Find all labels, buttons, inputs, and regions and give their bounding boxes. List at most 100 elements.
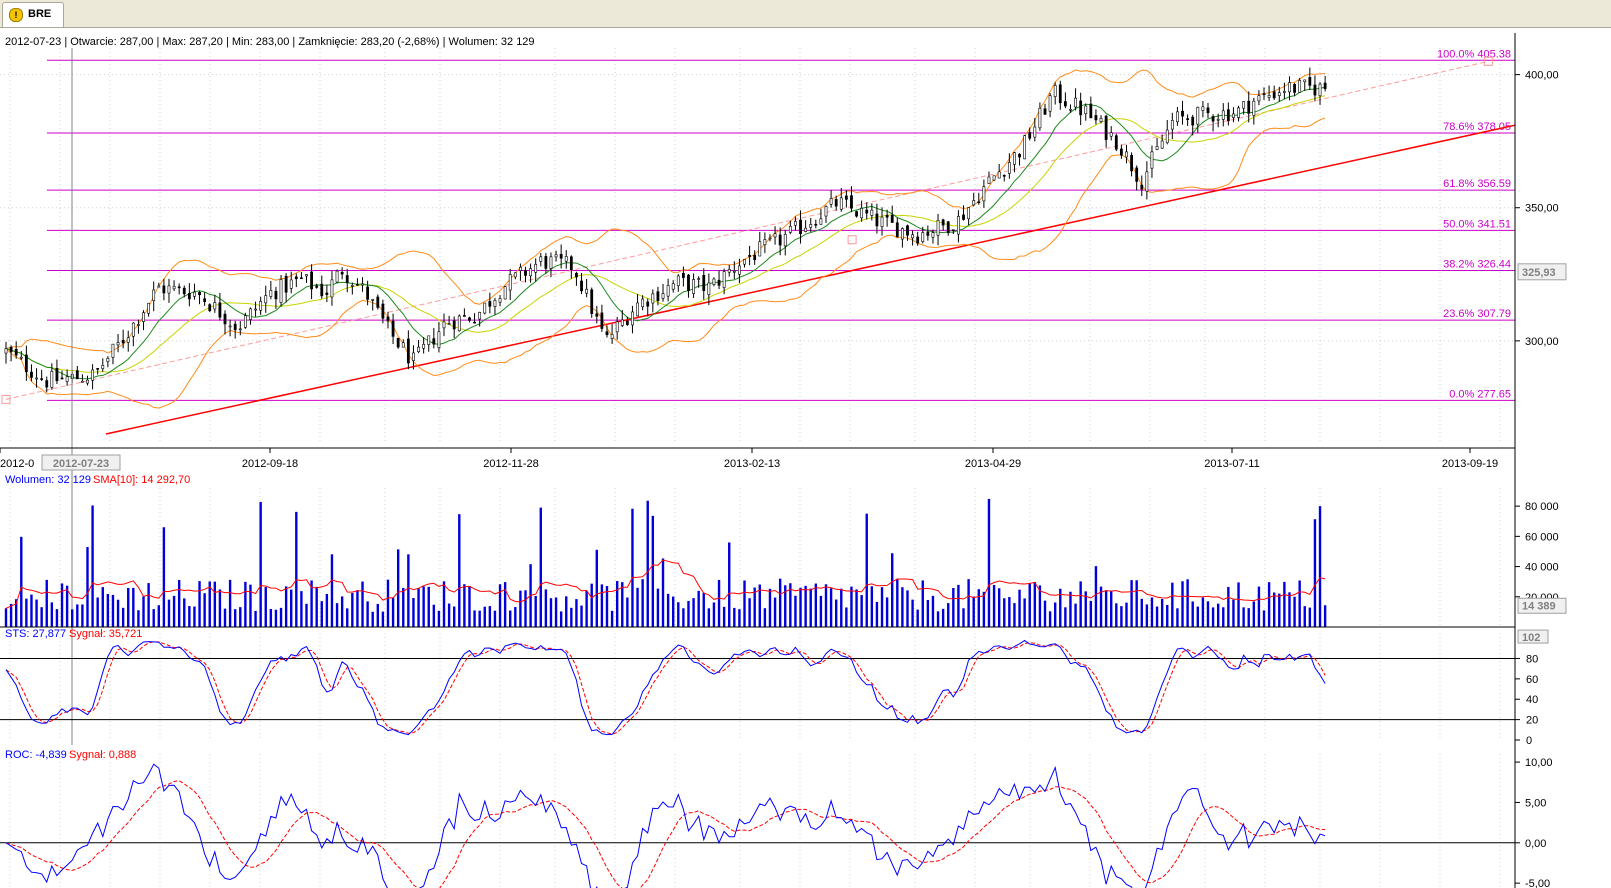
volume-bar xyxy=(35,599,38,627)
candle-body xyxy=(605,331,609,336)
volume-bar xyxy=(906,590,909,627)
volume-bar xyxy=(132,587,135,627)
candle-body xyxy=(595,313,599,317)
volume-bar xyxy=(396,549,400,627)
candle-body xyxy=(182,287,186,295)
candle-body xyxy=(50,371,54,388)
candle-body xyxy=(1155,146,1159,150)
volume-bar xyxy=(575,599,578,627)
candle-body xyxy=(1267,94,1271,98)
volume-bar xyxy=(677,602,680,627)
y-tick-label: 80 xyxy=(1526,653,1538,665)
volume-bar xyxy=(819,595,823,627)
volume-bar xyxy=(162,527,166,627)
volume-bar xyxy=(1023,598,1026,627)
volume-bar xyxy=(1069,591,1072,627)
volume-bar xyxy=(1053,602,1057,627)
candle-body xyxy=(799,219,802,235)
candle-body xyxy=(819,218,823,225)
candle-body xyxy=(75,370,79,380)
candle-body xyxy=(625,320,629,325)
y-tick-label: 10,00 xyxy=(1525,757,1553,769)
chart-area[interactable]: 2012-07-23 | Otwarcie: 287,00 | Max: 287… xyxy=(0,28,1611,888)
candle-body xyxy=(900,228,904,240)
volume-bar xyxy=(1267,582,1271,627)
volume-bar xyxy=(773,597,777,627)
candle-body xyxy=(335,270,339,283)
volume-bar xyxy=(167,599,171,627)
candle-body xyxy=(620,319,624,326)
candle-body xyxy=(1201,106,1205,111)
volume-bar xyxy=(865,513,868,627)
volume-bar xyxy=(391,597,395,627)
candle-body xyxy=(844,195,848,200)
volume-bar xyxy=(284,586,288,627)
candle-body xyxy=(931,232,935,238)
candle-body xyxy=(4,348,8,354)
volume-bar xyxy=(137,610,140,627)
volume-bar xyxy=(1064,607,1067,627)
candle-body xyxy=(519,266,522,271)
volume-bar xyxy=(778,578,782,627)
candle-body xyxy=(1237,107,1240,118)
volume-bar xyxy=(402,587,405,627)
candle-body xyxy=(447,323,451,325)
volume-bar xyxy=(1257,586,1261,627)
volume-bar xyxy=(1298,580,1301,627)
candle-body xyxy=(24,354,28,373)
volume-bar xyxy=(488,606,492,627)
candle-body xyxy=(203,298,207,302)
candle-body xyxy=(1033,126,1037,138)
candle-body xyxy=(1023,135,1027,160)
candle-body xyxy=(121,339,125,344)
candle-body xyxy=(646,301,650,307)
volume-bar xyxy=(1247,608,1250,627)
volume-bar xyxy=(829,588,833,627)
candle-body xyxy=(137,324,140,326)
volume-bar xyxy=(498,584,502,627)
volume-bar xyxy=(1094,566,1098,627)
volume-bar xyxy=(315,586,318,627)
volume-bar xyxy=(738,609,741,627)
volume-bar xyxy=(254,610,257,627)
candle-body xyxy=(1074,97,1077,108)
volume-bar xyxy=(493,610,497,627)
warning-icon: ! xyxy=(9,8,23,22)
volume-bar xyxy=(559,611,563,627)
candle xyxy=(208,303,212,313)
candle-body xyxy=(1125,151,1128,158)
candle-body xyxy=(1318,83,1322,97)
candle-body xyxy=(1242,101,1246,109)
tab-bre[interactable]: ! BRE xyxy=(2,2,64,27)
volume-bar xyxy=(549,598,553,627)
candle-body xyxy=(1160,140,1164,149)
volume-bar xyxy=(1186,579,1189,627)
candle-body xyxy=(656,291,660,301)
candle-body xyxy=(1282,91,1286,93)
y-tick-label: 20 xyxy=(1526,715,1538,727)
candle-body xyxy=(1104,115,1108,140)
volume-bar xyxy=(1232,599,1235,627)
candle-body xyxy=(890,214,894,223)
candle-body xyxy=(1130,154,1133,172)
volume-bar xyxy=(768,588,772,627)
volume-bar xyxy=(722,606,726,627)
volume-bar xyxy=(1140,598,1143,627)
volume-bar xyxy=(239,607,242,627)
candle-body xyxy=(860,207,864,219)
volume-bar xyxy=(809,588,812,627)
candle-body xyxy=(692,279,695,294)
tab-bar: ! BRE xyxy=(0,0,1611,28)
volume-bar xyxy=(60,583,64,627)
volume-bar xyxy=(814,583,818,627)
volume-sma-label: SMA[10]: 14 292,70 xyxy=(93,474,190,486)
candle-body xyxy=(671,283,675,290)
candle-body xyxy=(885,214,889,218)
volume-bar xyxy=(1206,601,1210,627)
candle-body xyxy=(1048,95,1052,112)
candle-body xyxy=(763,239,767,246)
candle-body xyxy=(126,337,130,343)
volume-bar xyxy=(55,609,59,627)
volume-bar xyxy=(116,599,120,627)
volume-bar xyxy=(157,605,160,627)
